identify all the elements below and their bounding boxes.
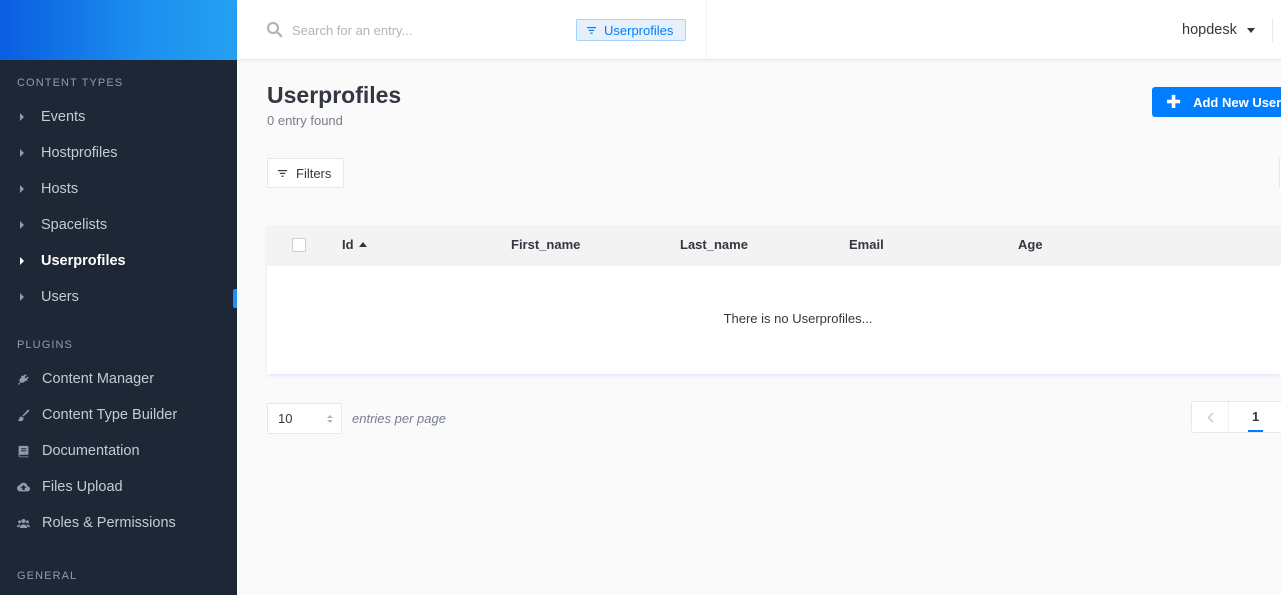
caret-right-icon xyxy=(17,221,41,229)
filter-icon xyxy=(278,169,287,177)
current-page-indicator xyxy=(1248,430,1263,432)
sidebar-item-users[interactable]: Users xyxy=(0,279,237,315)
top-header: Userprofiles hopdesk xyxy=(237,0,1281,60)
caret-right-icon xyxy=(17,293,41,301)
column-header-first-name[interactable]: First_name xyxy=(511,226,580,266)
brand-header xyxy=(0,0,237,60)
entries-table: Id First_name Last_name Email Age There … xyxy=(267,226,1281,374)
caret-down-icon xyxy=(1246,27,1255,33)
column-header-age[interactable]: Age xyxy=(1018,226,1043,266)
empty-table-message: There is no Userprofiles... xyxy=(723,311,873,326)
previous-page-button[interactable] xyxy=(1192,402,1229,432)
username: hopdesk xyxy=(1182,22,1237,38)
sidebar: Content Types Events Hostprofiles Hosts … xyxy=(0,0,237,595)
cloud-upload-icon xyxy=(17,481,42,494)
sidebar-item-files-upload[interactable]: Files Upload xyxy=(0,469,237,505)
sidebar-item-label: Hosts xyxy=(41,181,79,197)
users-icon xyxy=(17,517,42,530)
add-new-button[interactable]: ✚ Add New Userprofile xyxy=(1152,87,1281,117)
sidebar-item-label: Files Upload xyxy=(42,479,123,495)
sidebar-item-hosts[interactable]: Hosts xyxy=(0,171,237,207)
sidebar-item-label: Spacelists xyxy=(41,217,108,233)
filters-button-label: Filters xyxy=(296,165,332,181)
per-page-value: 10 xyxy=(278,411,293,426)
sidebar-item-label: Content Manager xyxy=(42,371,155,387)
search-filter-tag-label: Userprofiles xyxy=(604,22,674,38)
sidebar-item-label: Documentation xyxy=(42,443,140,459)
pagination: 1 xyxy=(1191,401,1281,433)
plus-icon: ✚ xyxy=(1166,92,1182,112)
sidebar-section-content-types: Content Types xyxy=(17,77,124,89)
active-indicator xyxy=(233,289,237,308)
search-input[interactable] xyxy=(292,19,562,41)
caret-right-icon xyxy=(17,257,41,265)
caret-right-icon xyxy=(17,185,41,193)
per-page-label: entries per page xyxy=(352,411,446,426)
table-header: Id First_name Last_name Email Age xyxy=(267,226,1281,266)
select-all-checkbox[interactable] xyxy=(292,238,306,252)
add-new-button-label: Add New Userprofile xyxy=(1193,94,1281,110)
header-divider-right xyxy=(1272,18,1273,42)
sidebar-item-label: Userprofiles xyxy=(41,253,126,269)
sidebar-item-userprofiles[interactable]: Userprofiles xyxy=(0,243,237,279)
sidebar-item-roles-permissions[interactable]: Roles & Permissions xyxy=(0,505,237,541)
sidebar-item-documentation[interactable]: Documentation xyxy=(0,433,237,469)
page-number[interactable]: 1 xyxy=(1252,409,1259,424)
per-page-select[interactable]: 10 xyxy=(267,403,342,434)
sidebar-item-content-manager[interactable]: Content Manager xyxy=(0,361,237,397)
updown-icon xyxy=(319,404,341,433)
column-header-last-name[interactable]: Last_name xyxy=(680,226,748,266)
user-menu[interactable]: hopdesk xyxy=(1182,19,1255,41)
column-header-id[interactable]: Id xyxy=(342,226,367,266)
sidebar-item-label: Events xyxy=(41,109,86,125)
caret-right-icon xyxy=(17,149,41,157)
sidebar-item-hostprofiles[interactable]: Hostprofiles xyxy=(0,135,237,171)
page-title: Userprofiles xyxy=(267,82,402,108)
sort-asc-icon xyxy=(358,242,367,248)
sidebar-item-spacelists[interactable]: Spacelists xyxy=(0,207,237,243)
sidebar-item-label: Hostprofiles xyxy=(41,145,118,161)
column-header-email[interactable]: Email xyxy=(849,226,884,266)
brush-icon xyxy=(17,409,42,422)
sidebar-section-general: General xyxy=(17,570,78,582)
sidebar-section-plugins: Plugins xyxy=(17,339,73,351)
plug-icon xyxy=(17,373,42,386)
sidebar-item-label: Users xyxy=(41,289,79,305)
sidebar-item-label: Roles & Permissions xyxy=(42,515,176,531)
entry-count: 0 entry found xyxy=(267,113,343,128)
book-icon xyxy=(17,445,42,458)
caret-right-icon xyxy=(17,113,41,121)
header-divider xyxy=(706,0,707,60)
filter-icon xyxy=(587,26,596,34)
sidebar-item-events[interactable]: Events xyxy=(0,99,237,135)
search-icon xyxy=(266,21,283,43)
search-filter-tag[interactable]: Userprofiles xyxy=(576,19,686,41)
sidebar-item-content-type-builder[interactable]: Content Type Builder xyxy=(0,397,237,433)
filters-button[interactable]: Filters xyxy=(267,158,344,188)
chevron-left-icon xyxy=(1206,411,1214,423)
sidebar-item-label: Content Type Builder xyxy=(42,407,178,423)
